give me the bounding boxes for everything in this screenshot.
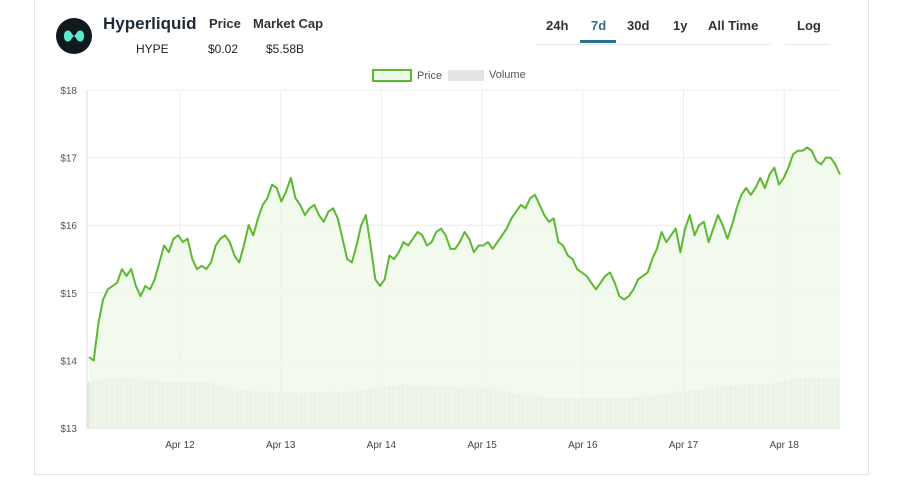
x-tick-label: Apr 18 [769,440,799,451]
y-tick-label: $15 [60,289,77,300]
price-layer [88,146,841,428]
y-tick-label: $18 [60,86,77,97]
x-tick-label: Apr 12 [165,440,195,451]
price-chart: $13$14$15$16$17$18 Apr 12 Apr 13 Apr 14 Apr… [60,86,841,451]
x-tick-label: Apr 17 [669,440,699,451]
y-axis: $13 $14 $15 $16 $17 $18 [60,86,77,435]
y-tick-label: $14 [60,356,77,367]
y-tick-label: $13 [60,424,77,435]
x-tick-label: Apr 13 [266,440,296,451]
x-tick-label: Apr 16 [568,440,598,451]
x-tick-label: Apr 15 [467,440,497,451]
price-area [89,147,840,428]
x-axis: Apr 12 Apr 13 Apr 14 Apr 15 Apr 16 Apr 17 Apr … [165,440,799,451]
y-tick-label: $16 [60,221,77,232]
y-tick-label: $17 [60,154,77,165]
x-tick-label: Apr 14 [367,440,397,451]
